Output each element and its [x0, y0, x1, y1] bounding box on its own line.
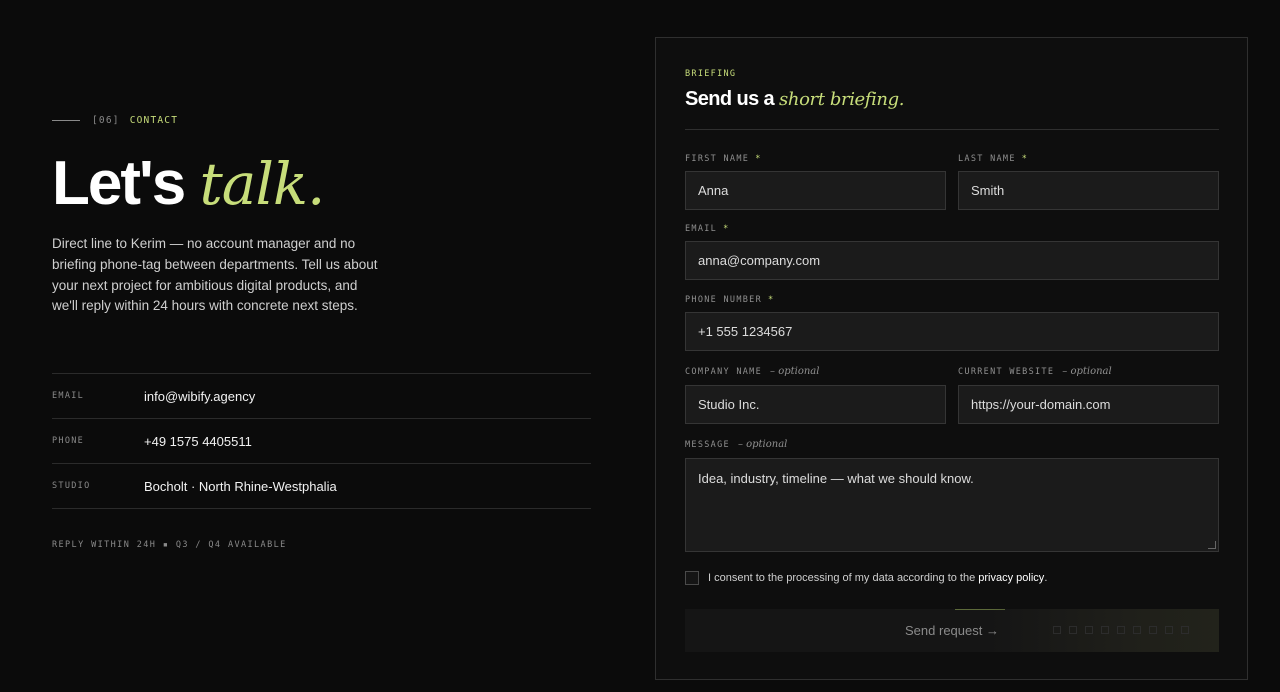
company-label: COMPANY NAME – optional — [685, 366, 819, 377]
required-mark: * — [723, 224, 730, 234]
website-label-text: CURRENT WEBSITE — [958, 367, 1055, 377]
section-eyebrow: [06] CONTACT — [52, 115, 178, 126]
briefing-form: BRIEFING Send us a short briefing. FIRST… — [655, 37, 1248, 680]
email-label-text: EMAIL — [685, 224, 718, 234]
last-name-input[interactable]: Smith — [958, 171, 1219, 210]
phone-label: PHONE NUMBER * — [685, 295, 774, 305]
contact-details: EMAIL info@wibify.agency PHONE +49 1575 … — [52, 373, 591, 509]
detail-row-phone: PHONE +49 1575 4405511 — [52, 419, 591, 464]
email-label: EMAIL * — [685, 224, 730, 234]
consent-text: I consent to the processing of my data a… — [708, 572, 976, 584]
last-name-label: LAST NAME * — [958, 154, 1028, 164]
studio-location: Bocholt · North Rhine-Westphalia — [144, 478, 337, 494]
consent-row: I consent to the processing of my data a… — [685, 571, 1047, 585]
form-title-main: Send us a — [685, 88, 775, 110]
detail-key: PHONE — [52, 436, 85, 446]
consent-checkbox[interactable] — [685, 571, 699, 585]
section-number: [06] — [92, 115, 120, 126]
form-title: Send us a short briefing. — [685, 88, 904, 111]
button-dot-pattern — [1053, 626, 1189, 634]
company-input[interactable]: Studio Inc. — [685, 385, 946, 424]
first-name-label-text: FIRST NAME — [685, 154, 750, 164]
section-label: CONTACT — [129, 115, 179, 126]
availability-note: REPLY WITHIN 24H ▪ Q3 / Q4 AVAILABLE — [52, 540, 287, 550]
optional-mark: – optional — [737, 439, 788, 450]
company-label-text: COMPANY NAME — [685, 367, 763, 377]
phone-label-text: PHONE NUMBER — [685, 295, 763, 305]
required-mark: * — [755, 154, 762, 164]
consent-end: . — [1044, 572, 1048, 584]
send-request-button[interactable]: Send request → — [685, 609, 1219, 652]
optional-mark: – optional — [1062, 366, 1112, 377]
email-link[interactable]: info@wibify.agency — [144, 389, 255, 404]
phone-field[interactable]: +1 555 1234567 — [685, 312, 1219, 351]
eyebrow-line — [52, 120, 80, 121]
detail-key: EMAIL — [52, 391, 85, 401]
detail-key: STUDIO — [52, 481, 91, 491]
detail-row-email: EMAIL info@wibify.agency — [52, 374, 591, 419]
email-field[interactable]: anna@company.com — [685, 241, 1219, 280]
page-title: Let's talk. — [52, 148, 326, 220]
send-request-label: Send request → — [905, 623, 999, 638]
message-label-text: MESSAGE — [685, 440, 730, 450]
last-name-label-text: LAST NAME — [958, 154, 1016, 164]
website-label: CURRENT WEBSITE – optional — [958, 366, 1112, 377]
message-label: MESSAGE – optional — [685, 439, 787, 450]
optional-mark: – optional — [770, 366, 820, 377]
phone-link[interactable]: +49 1575 4405511 — [144, 434, 252, 449]
website-input[interactable]: https://your-domain.com — [958, 385, 1219, 424]
headline-accent: talk. — [199, 150, 325, 218]
resize-handle[interactable] — [1208, 541, 1216, 549]
divider — [685, 129, 1219, 130]
first-name-input[interactable]: Anna — [685, 171, 946, 210]
intro-text: Direct line to Kerim — no account manage… — [52, 236, 378, 314]
message-placeholder: Idea, industry, timeline — what we shoul… — [698, 471, 974, 486]
message-textarea[interactable]: Idea, industry, timeline — what we shoul… — [685, 458, 1219, 552]
form-title-accent: short briefing. — [779, 89, 905, 110]
first-name-label: FIRST NAME * — [685, 154, 762, 164]
form-eyebrow: BRIEFING — [685, 69, 737, 79]
required-mark: * — [1021, 154, 1029, 164]
required-mark: * — [768, 295, 775, 305]
headline-main: Let's — [52, 149, 186, 218]
detail-row-studio: STUDIO Bocholt · North Rhine-Westphalia — [52, 464, 591, 509]
privacy-policy-link[interactable]: privacy policy — [978, 572, 1044, 584]
